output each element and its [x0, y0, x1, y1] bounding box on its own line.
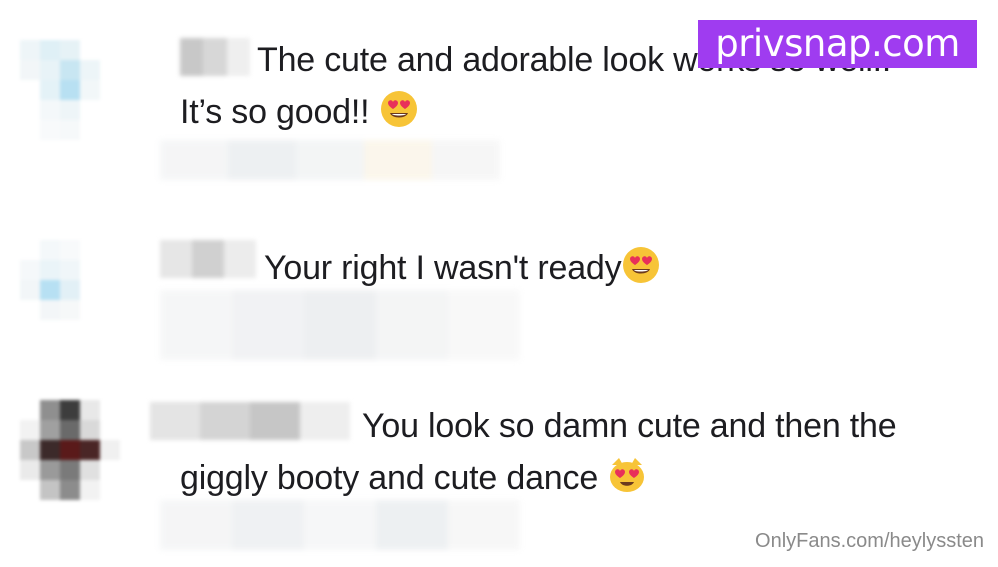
- comment-text: You look so damn cute and then the: [362, 400, 897, 452]
- author-name[interactable]: [150, 402, 350, 440]
- heart-eyes-face-icon: [623, 247, 660, 283]
- author-name[interactable]: [180, 38, 250, 76]
- comment-text-line: Your right I wasn't ready: [264, 249, 622, 287]
- comment-text-line: It’s so good!!: [180, 93, 370, 131]
- heart-eyes-cat-icon: [610, 458, 645, 492]
- author-name[interactable]: [160, 240, 256, 278]
- comment-text: giggly booty and cute dance: [180, 452, 647, 504]
- avatar[interactable]: [20, 400, 120, 520]
- comment-text: It’s so good!!: [180, 86, 419, 138]
- avatar[interactable]: [20, 240, 120, 360]
- comment-meta: [160, 140, 500, 180]
- comment-meta: [160, 290, 520, 360]
- comment-item: Your right I wasn't ready: [0, 210, 998, 370]
- avatar[interactable]: [20, 40, 120, 160]
- profile-url: OnlyFans.com/heylyssten: [755, 530, 984, 552]
- heart-eyes-face-icon: [380, 91, 417, 127]
- comment-text: Your right I wasn't ready: [264, 242, 661, 294]
- comment-text-line: giggly booty and cute dance: [180, 459, 599, 497]
- comment-meta: [160, 500, 520, 550]
- watermark-badge: privsnap.com: [698, 20, 977, 68]
- comment-text-line: You look so damn cute and then the: [362, 407, 897, 445]
